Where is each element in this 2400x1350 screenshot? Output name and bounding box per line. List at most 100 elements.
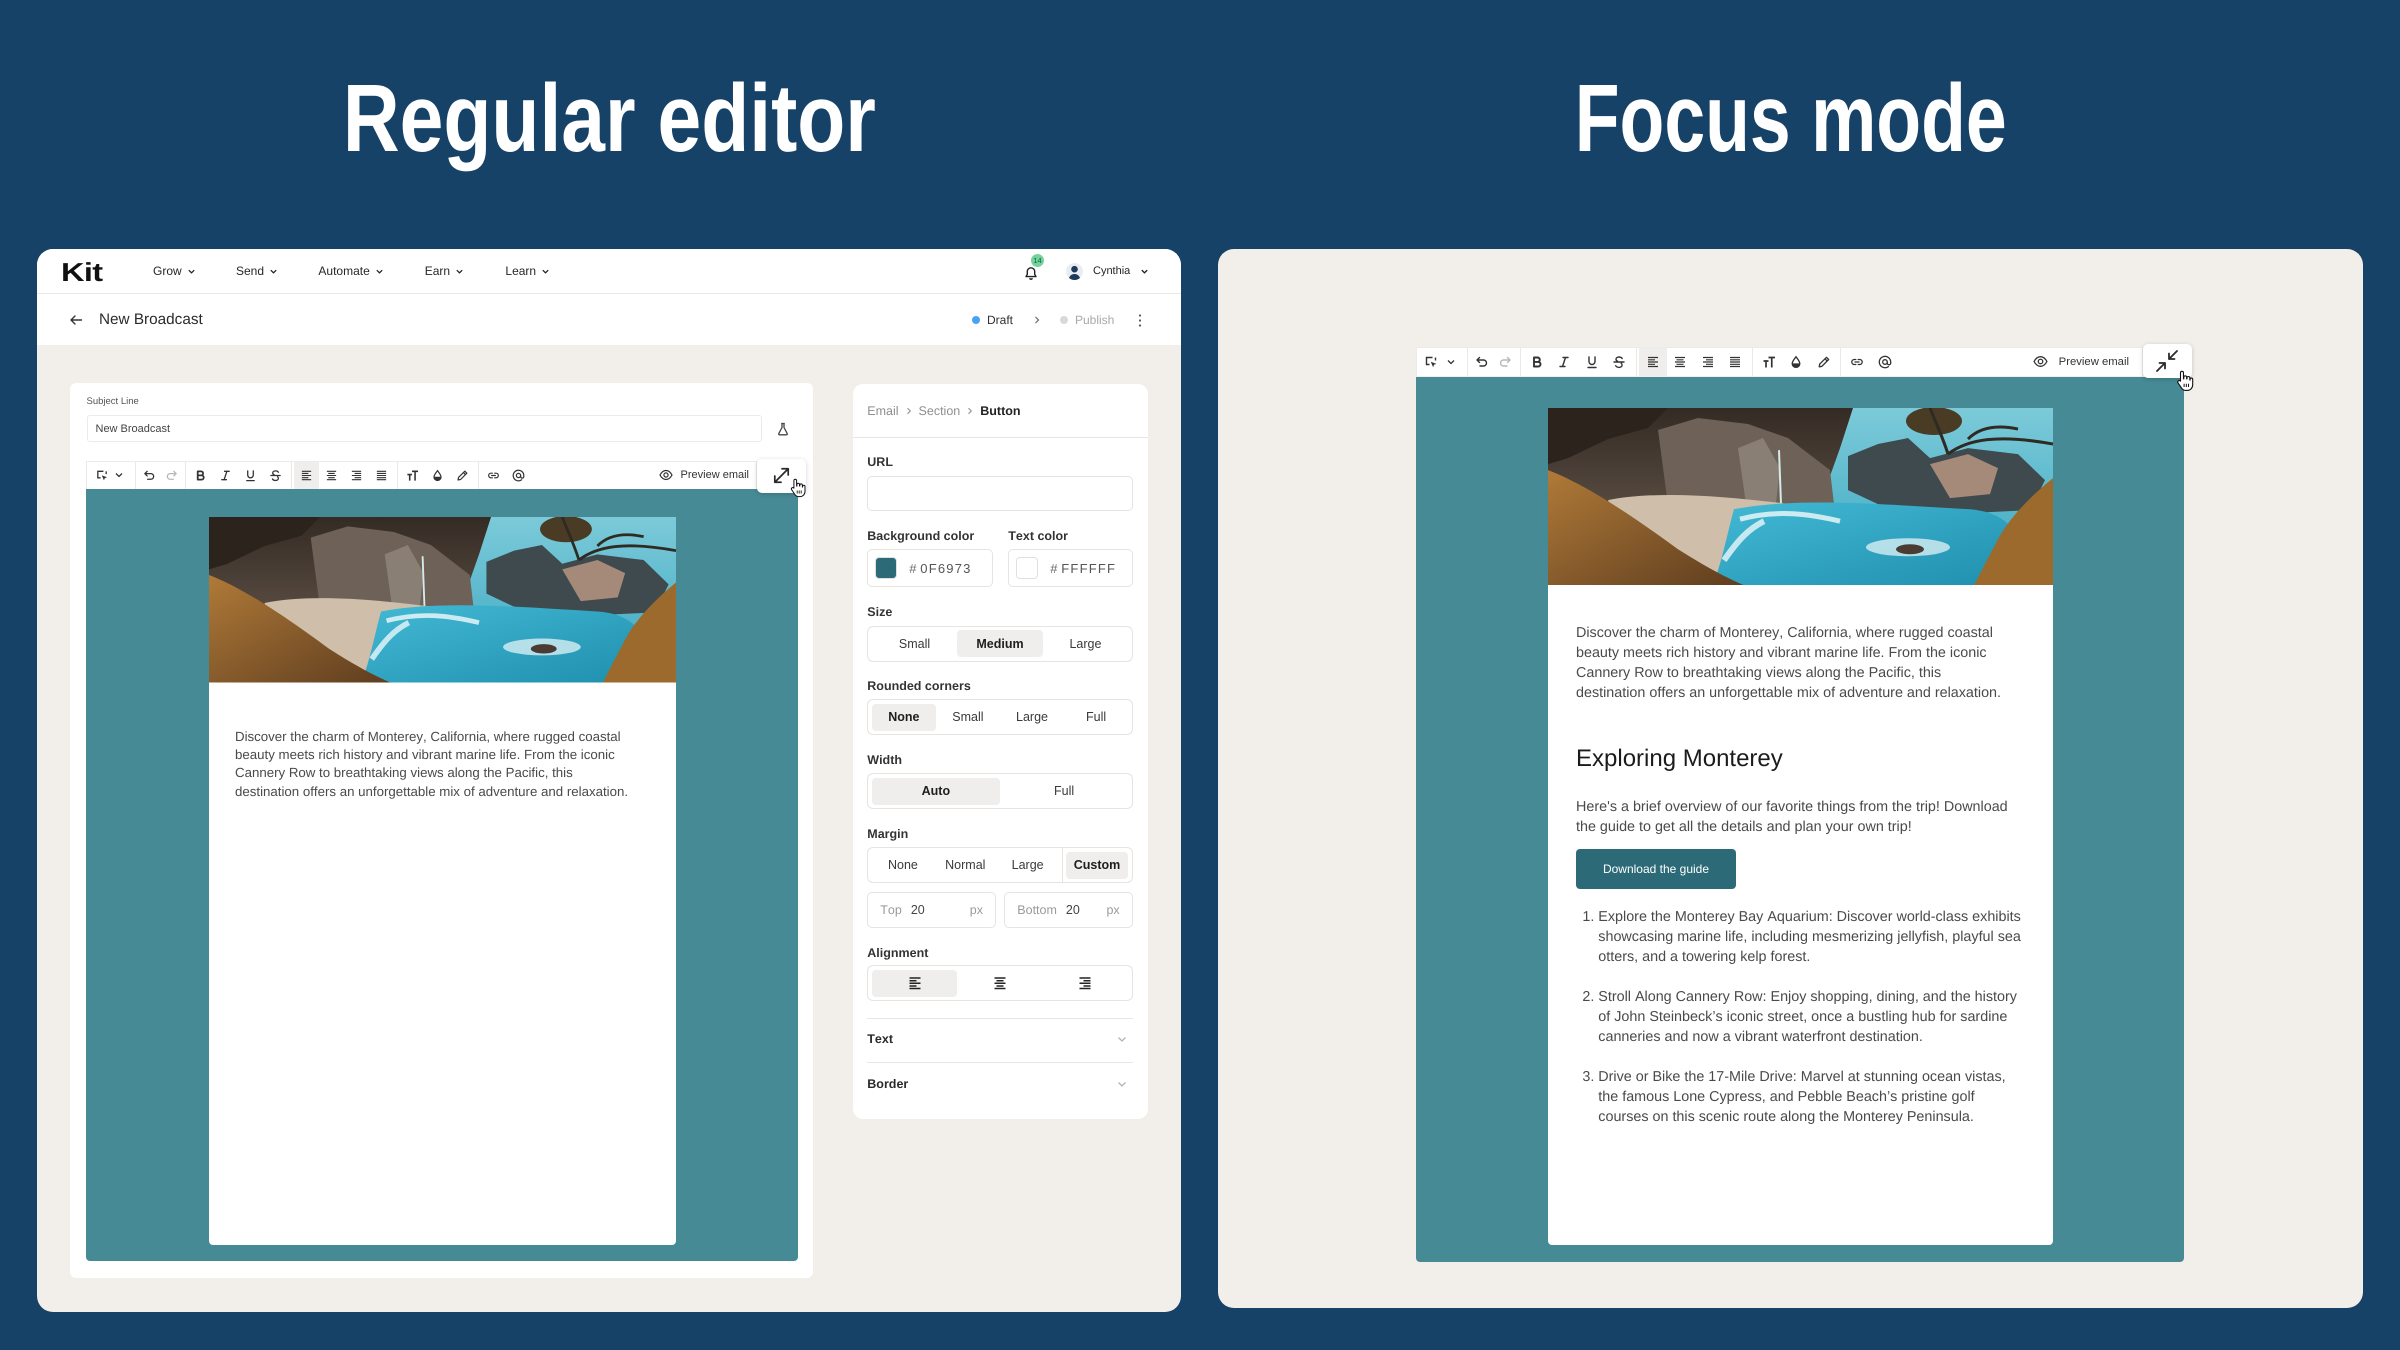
email-intro-paragraph[interactable]: Discover the charm of Monterey, Californ… <box>1576 623 2011 703</box>
align-justify-button[interactable] <box>369 462 394 489</box>
kit-logo[interactable]: Kit <box>61 259 103 285</box>
nav-menu-send[interactable]: Send <box>236 264 278 279</box>
hero-image-coastal-cove[interactable] <box>1548 408 2053 585</box>
italic-button[interactable] <box>1551 348 1579 376</box>
preview-email-button[interactable]: Preview email <box>2033 348 2142 376</box>
text-size-button[interactable] <box>400 462 425 489</box>
size-option-small[interactable]: Small <box>872 630 957 657</box>
align-left-button[interactable] <box>1639 347 1667 376</box>
breadcrumb: Email Section Button <box>867 403 1020 419</box>
margin-bottom-unit: px <box>1106 902 1120 917</box>
margin-bottom-input[interactable] <box>1065 902 1096 917</box>
block-select-dropdown[interactable] <box>87 462 132 489</box>
highlight-button[interactable] <box>450 462 475 489</box>
email-section-heading[interactable]: Exploring Monterey <box>1576 744 1783 774</box>
corners-option-full[interactable]: Full <box>1064 704 1128 731</box>
user-avatar[interactable] <box>1066 263 1083 280</box>
strikethrough-button[interactable] <box>1606 348 1634 376</box>
status-step-draft[interactable]: Draft <box>972 313 1013 327</box>
toolbar-divider <box>396 461 398 489</box>
size-option-large[interactable]: Large <box>1043 630 1128 657</box>
undo-button[interactable] <box>138 462 160 489</box>
notifications-button[interactable] <box>1024 266 1038 281</box>
margin-option-normal[interactable]: Normal <box>934 852 996 879</box>
alignment-option-right[interactable] <box>1043 970 1128 997</box>
text-size-button[interactable] <box>1755 348 1783 376</box>
redo-button[interactable] <box>1494 348 1518 376</box>
email-overview-paragraph[interactable]: Here's a brief overview of our favorite … <box>1576 797 2011 837</box>
width-option-full[interactable]: Full <box>1000 778 1128 805</box>
align-right-button[interactable] <box>1694 348 1722 376</box>
status-step-publish[interactable]: Publish <box>1060 313 1114 327</box>
corners-option-none[interactable]: None <box>871 703 936 731</box>
margin-top-label: Top <box>880 902 902 917</box>
fill-color-button[interactable] <box>425 462 450 489</box>
redo-button[interactable] <box>160 462 182 489</box>
text-color-swatch[interactable] <box>1016 557 1039 580</box>
email-body: Discover the charm of Monterey, Californ… <box>209 517 676 1245</box>
margin-option-none[interactable]: None <box>872 852 934 879</box>
nav-menu-grow[interactable]: Grow <box>153 264 196 279</box>
alignment-option-left[interactable] <box>871 969 958 997</box>
italic-button[interactable] <box>213 462 238 489</box>
list-item[interactable]: Explore the Monterey Bay Aquarium: Disco… <box>1598 907 2025 967</box>
user-name[interactable]: Cynthia <box>1093 265 1130 278</box>
background-color-hex-input[interactable] <box>920 560 983 576</box>
background-color-label: Background color <box>867 529 975 543</box>
align-left-button[interactable] <box>294 461 319 489</box>
email-intro-paragraph[interactable]: Discover the charm of Monterey, Californ… <box>235 728 638 801</box>
link-button[interactable] <box>481 462 506 489</box>
focus-mode-window: Preview email Discover the charm of Mont… <box>1218 249 2363 1308</box>
arrow-left-icon[interactable] <box>69 313 83 327</box>
background-color-swatch[interactable] <box>875 557 898 580</box>
underline-button[interactable] <box>1578 348 1606 376</box>
align-right-button[interactable] <box>344 462 369 489</box>
border-section-toggle[interactable]: Border <box>867 1076 1133 1092</box>
nav-menu-learn[interactable]: Learn <box>505 264 550 279</box>
text-color-hex-input[interactable] <box>1061 560 1124 576</box>
preview-email-button[interactable]: Preview email <box>658 462 756 489</box>
strikethrough-icon <box>1613 356 1625 368</box>
underline-button[interactable] <box>238 462 263 489</box>
bold-button[interactable] <box>1523 348 1551 376</box>
mention-button[interactable] <box>1871 348 1899 376</box>
width-option-auto[interactable]: Auto <box>871 777 1000 805</box>
hero-image-coastal-cove[interactable] <box>209 517 676 683</box>
rounded-corners-label: Rounded corners <box>867 679 971 693</box>
mention-button[interactable] <box>506 462 531 489</box>
alignment-option-center[interactable] <box>957 970 1042 997</box>
eye-icon <box>2033 356 2048 368</box>
margin-option-large[interactable]: Large <box>996 852 1058 879</box>
kebab-menu-icon[interactable] <box>1136 313 1144 328</box>
url-input[interactable] <box>867 475 1133 511</box>
highlight-button[interactable] <box>1810 348 1838 376</box>
focus-mode-heading: Focus mode <box>1218 71 2363 167</box>
size-option-medium[interactable]: Medium <box>957 630 1043 658</box>
flask-ab-test-icon[interactable] <box>776 422 790 436</box>
list-item[interactable]: Drive or Bike the 17-Mile Drive: Marvel … <box>1598 1067 2025 1127</box>
highlighter-pen-icon <box>1818 356 1830 368</box>
bold-button[interactable] <box>188 462 213 489</box>
align-justify-button[interactable] <box>1722 348 1750 376</box>
nav-menu-automate[interactable]: Automate <box>318 264 383 279</box>
text-section-toggle[interactable]: Text <box>867 1031 1133 1047</box>
fill-color-button[interactable] <box>1783 348 1811 376</box>
breadcrumb-section[interactable]: Section <box>919 403 961 419</box>
corners-option-small[interactable]: Small <box>936 704 1000 731</box>
chevron-down-icon[interactable] <box>1140 267 1149 276</box>
subject-line-input[interactable] <box>86 415 762 442</box>
margin-top-input[interactable] <box>910 902 941 917</box>
nav-menu-earn[interactable]: Earn <box>425 264 464 279</box>
margin-option-custom[interactable]: Custom <box>1065 851 1129 879</box>
align-center-button[interactable] <box>1667 348 1695 376</box>
block-select-dropdown[interactable] <box>1417 348 1464 376</box>
corners-option-large[interactable]: Large <box>1000 704 1064 731</box>
undo-button[interactable] <box>1470 348 1494 376</box>
list-item[interactable]: Stroll Along Cannery Row: Enjoy shopping… <box>1598 987 2025 1047</box>
align-center-button[interactable] <box>319 462 344 489</box>
download-guide-button[interactable]: Download the guide <box>1576 849 1736 890</box>
breadcrumb-email[interactable]: Email <box>867 403 898 419</box>
link-button[interactable] <box>1844 348 1872 376</box>
strikethrough-button[interactable] <box>263 462 288 489</box>
email-body: Discover the charm of Monterey, Californ… <box>1547 407 2053 1245</box>
